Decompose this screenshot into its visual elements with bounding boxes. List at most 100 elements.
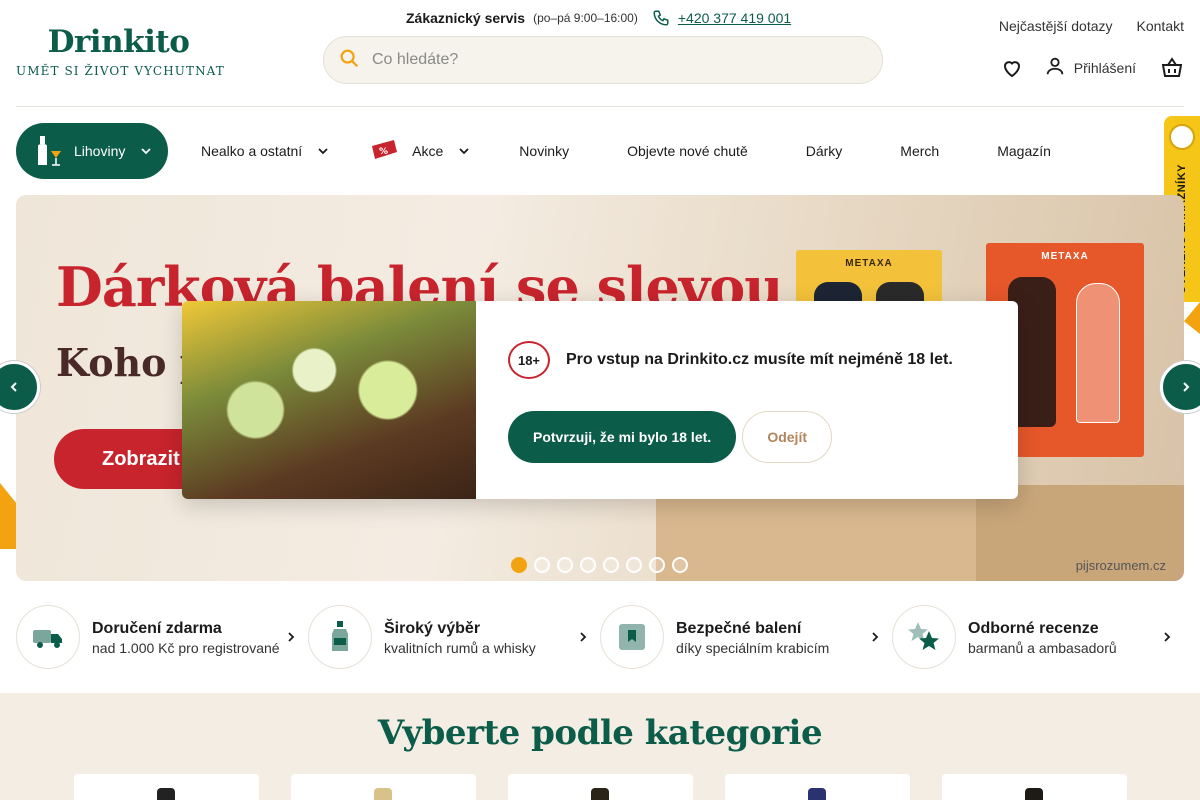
gift-box-brand-label: METAXA [845, 258, 893, 269]
benefit-text: Doručení zdarma nad 1.000 Kč pro registr… [92, 619, 280, 656]
chevron-right-icon [578, 631, 588, 643]
search-icon[interactable] [338, 47, 360, 74]
modal-body: 18+ Pro vstup na Drinkito.cz musíte mít … [508, 341, 953, 463]
header-actions: Přihlášení [1000, 54, 1184, 81]
nav-label: Nealko a ostatní [201, 143, 303, 159]
carousel-dot[interactable] [672, 557, 688, 573]
main-nav: Lihoviny Nealko a ostatní % Akce Novinky… [16, 123, 1051, 179]
age-18-badge: 18+ [508, 341, 550, 379]
category-card[interactable] [291, 774, 476, 800]
decor-orange-shape [0, 483, 16, 549]
chevron-left-icon [10, 382, 17, 392]
contact-link[interactable]: Kontakt [1137, 18, 1184, 34]
category-bottle-image [374, 788, 392, 800]
chevron-right-icon [870, 631, 880, 643]
benefit-safe-packaging[interactable]: Bezpečné balení díky speciálním krabicím [600, 605, 892, 669]
category-section: Vyberte podle kategorie [0, 693, 1200, 800]
user-icon [1044, 54, 1066, 81]
nav-label: Lihoviny [74, 143, 126, 159]
category-bottle-image [157, 788, 175, 800]
hero-watermark: pijsrozumem.cz [1075, 558, 1166, 573]
benefit-title: Odborné recenze [968, 619, 1099, 637]
nav-item-nealko[interactable]: Nealko a ostatní [201, 123, 328, 179]
carousel-dots [511, 557, 688, 573]
benefit-text: Široký výběr kvalitních rumů a whisky [384, 619, 536, 656]
category-card[interactable] [74, 774, 259, 800]
nav-item-novinky[interactable]: Novinky [519, 123, 569, 179]
login-label: Přihlášení [1073, 59, 1136, 76]
star-icon [892, 605, 956, 669]
spirits-bottle-icon [36, 136, 62, 166]
nav-label: Akce [412, 143, 444, 159]
top-links: Nejčastější dotazy Kontakt [999, 18, 1184, 34]
nav-item-merch[interactable]: Merch [900, 123, 939, 179]
faq-link[interactable]: Nejčastější dotazy [999, 18, 1113, 34]
modal-photo-cheers [182, 301, 476, 499]
confirm-age-button[interactable]: Potvrzuji, že mi bylo 18 let. [508, 411, 737, 463]
category-bottle-image [1025, 788, 1043, 800]
truck-icon [16, 605, 80, 669]
carousel-dot[interactable] [603, 557, 619, 573]
carousel-dot[interactable] [649, 557, 665, 573]
phone-link[interactable]: +420 377 419 001 [678, 10, 791, 26]
carousel-dot[interactable] [511, 557, 527, 573]
category-card[interactable] [508, 774, 693, 800]
nav-item-akce[interactable]: % Akce [370, 123, 469, 179]
carousel-dot[interactable] [534, 557, 550, 573]
phone-icon [652, 9, 670, 27]
benefit-subtitle: nad 1.000 Kč pro registrované [92, 639, 280, 656]
chevron-down-icon [318, 146, 328, 156]
benefit-title: Bezpečné balení [676, 619, 802, 637]
search-input[interactable] [372, 51, 852, 69]
benefit-subtitle: barmanů a ambasadorů [968, 639, 1117, 656]
search-bar[interactable] [323, 36, 883, 84]
nav-label: Magazín [997, 143, 1051, 159]
modal-actions: Potvrzuji, že mi bylo 18 let. Odejít [508, 411, 953, 463]
nav-label: Dárky [805, 143, 843, 159]
box-icon [600, 605, 664, 669]
benefit-text: Bezpečné balení díky speciálním krabicím [676, 619, 829, 656]
chevron-down-icon [141, 146, 152, 156]
basket-icon[interactable] [1160, 56, 1184, 80]
logo[interactable]: Drinkito UMĚT SI ŽIVOT VYCHUTNAT [16, 22, 225, 78]
carousel-dot[interactable] [580, 557, 596, 573]
age-row: 18+ Pro vstup na Drinkito.cz musíte mít … [508, 341, 953, 379]
benefit-expert-reviews[interactable]: Odborné recenze barmanů a ambasadorů [892, 605, 1184, 669]
chevron-right-icon [1183, 382, 1190, 392]
bottle-icon [308, 605, 372, 669]
category-cards [74, 774, 1127, 800]
benefit-text: Odborné recenze barmanů a ambasadorů [968, 619, 1117, 656]
service-hours: (po–pá 9:00–16:00) [533, 11, 638, 25]
logo-tagline: UMĚT SI ŽIVOT VYCHUTNAT [16, 64, 225, 78]
login-button[interactable]: Přihlášení [1044, 54, 1136, 81]
nav-item-magazin[interactable]: Magazín [997, 123, 1051, 179]
benefit-title: Široký výběr [384, 619, 481, 637]
benefit-subtitle: kvalitních rumů a whisky [384, 639, 536, 656]
leave-button[interactable]: Odejít [742, 411, 833, 463]
carousel-dot[interactable] [557, 557, 573, 573]
nav-label: Objevte nové chutě [627, 143, 748, 159]
decor-orange-shape [1184, 302, 1200, 334]
page: Drinkito UMĚT SI ŽIVOT VYCHUTNAT Zákazni… [0, 0, 1200, 800]
nav-label: Novinky [519, 143, 570, 159]
wishlist-heart-icon[interactable] [1000, 56, 1024, 80]
nav-item-lihoviny[interactable]: Lihoviny [16, 123, 168, 179]
category-bottle-image [591, 788, 609, 800]
category-card[interactable] [725, 774, 910, 800]
category-card[interactable] [942, 774, 1127, 800]
benefits-row: Doručení zdarma nad 1.000 Kč pro registr… [16, 605, 1184, 669]
benefit-subtitle: díky speciálním krabicím [676, 639, 830, 656]
customer-service: Zákaznický servis (po–pá 9:00–16:00) +42… [406, 10, 791, 26]
age-verification-modal: 18+ Pro vstup na Drinkito.cz musíte mít … [182, 301, 1018, 499]
logo-wordmark: Drinkito [47, 24, 190, 60]
category-section-title: Vyberte podle kategorie [377, 713, 823, 753]
nav-item-objevte[interactable]: Objevte nové chutě [627, 123, 748, 179]
benefit-wide-selection[interactable]: Široký výběr kvalitních rumů a whisky [308, 605, 600, 669]
nav-item-darky[interactable]: Dárky [806, 123, 843, 179]
carousel-dot[interactable] [626, 557, 642, 573]
benefit-free-delivery[interactable]: Doručení zdarma nad 1.000 Kč pro registr… [16, 605, 308, 669]
product-glass [1076, 283, 1120, 423]
nav-label: Merch [900, 143, 940, 159]
chevron-right-icon [286, 631, 296, 643]
sale-tag-icon: % [370, 140, 398, 162]
